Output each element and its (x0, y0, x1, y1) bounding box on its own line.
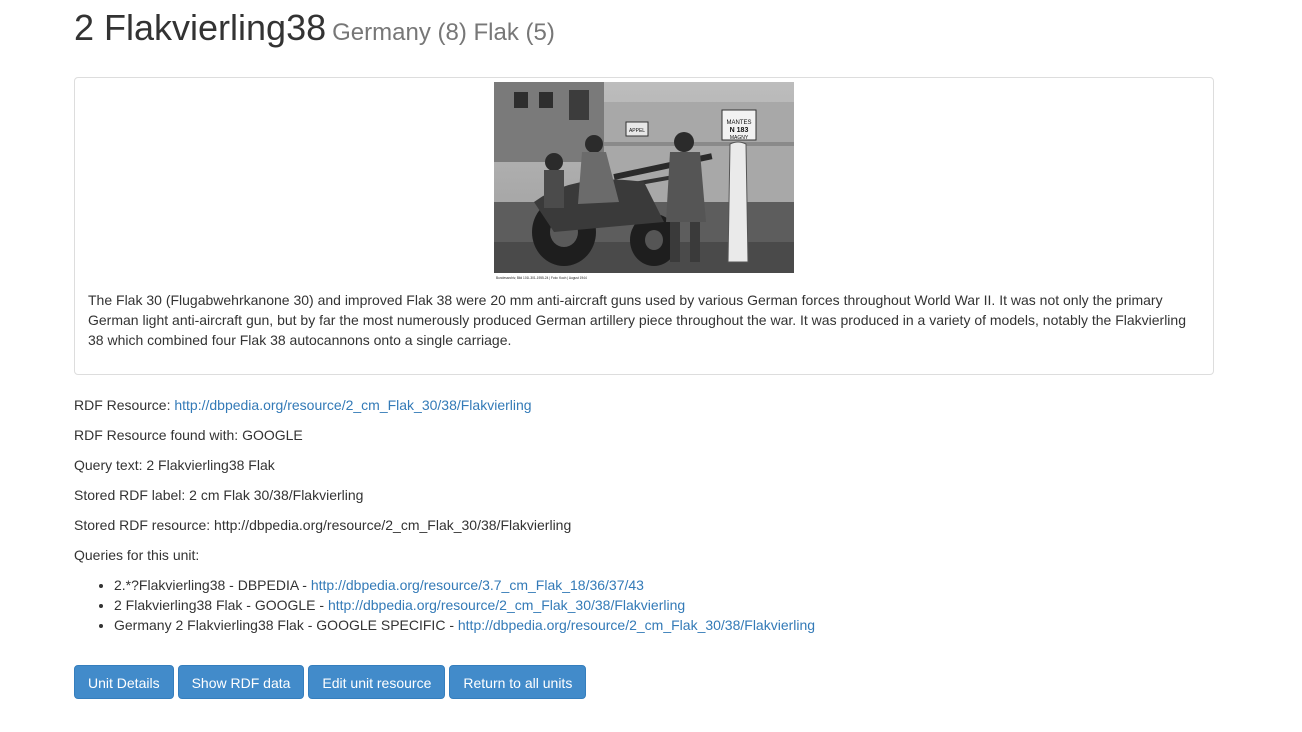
sign-text-2: N 183 (730, 127, 749, 134)
queries-heading: Queries for this unit: (74, 547, 200, 563)
page-title: 2 Flakvierling38 Germany (8) Flak (5) (74, 6, 555, 55)
list-item: 2.*?Flakvierling38 - DBPEDIA - http://db… (114, 575, 815, 595)
rdf-resource-line: RDF Resource: http://dbpedia.org/resourc… (74, 395, 532, 415)
list-item: 2 Flakvierling38 Flak - GOOGLE - http://… (114, 595, 815, 615)
show-rdf-data-button[interactable]: Show RDF data (177, 665, 305, 699)
queries-list: 2.*?Flakvierling38 - DBPEDIA - http://db… (74, 575, 815, 635)
rdf-found-with: RDF Resource found with: GOOGLE (74, 427, 303, 443)
rdf-resource-link[interactable]: http://dbpedia.org/resource/2_cm_Flak_30… (174, 397, 531, 413)
unit-description: The Flak 30 (Flugabwehrkanone 30) and im… (88, 292, 1186, 348)
list-item: Germany 2 Flakvierling38 Flak - GOOGLE S… (114, 615, 815, 635)
query-description: 2.*?Flakvierling38 - DBPEDIA - (114, 577, 311, 593)
action-buttons: Unit Details Show RDF data Edit unit res… (74, 665, 587, 699)
query-result-link[interactable]: http://dbpedia.org/resource/3.7_cm_Flak_… (311, 577, 644, 593)
page-subtitle: Germany (8) Flak (5) (332, 19, 555, 46)
stored-rdf-resource: Stored RDF resource: http://dbpedia.org/… (74, 517, 572, 533)
query-description: 2 Flakvierling38 Flak - GOOGLE - (114, 597, 328, 613)
unit-details-button[interactable]: Unit Details (74, 665, 174, 699)
sign-text-3: MAGNY (730, 135, 749, 141)
rdf-resource-label: RDF Resource: (74, 397, 175, 413)
photo-illustration: MANTES N 183 MAGNY APPEL Bundesarchiv, B… (494, 82, 794, 282)
photo-caption: Bundesarchiv, Bild 101I-301-1955-24 | Fo… (496, 276, 587, 280)
unit-name: 2 Flakvierling38 (74, 7, 327, 48)
sign-text-1: MANTES (726, 120, 751, 126)
query-description: Germany 2 Flakvierling38 Flak - GOOGLE S… (114, 617, 458, 633)
unit-thumbnail-panel: MANTES N 183 MAGNY APPEL Bundesarchiv, B… (74, 77, 1214, 375)
query-text: Query text: 2 Flakvierling38 Flak (74, 457, 275, 473)
stored-rdf-label: Stored RDF label: 2 cm Flak 30/38/Flakvi… (74, 487, 364, 503)
unit-photo: MANTES N 183 MAGNY APPEL Bundesarchiv, B… (494, 82, 794, 282)
query-result-link[interactable]: http://dbpedia.org/resource/2_cm_Flak_30… (328, 597, 685, 613)
query-result-link[interactable]: http://dbpedia.org/resource/2_cm_Flak_30… (458, 617, 815, 633)
sign-text-top: APPEL (629, 128, 645, 134)
return-to-all-units-button[interactable]: Return to all units (449, 665, 587, 699)
edit-unit-resource-button[interactable]: Edit unit resource (308, 665, 446, 699)
